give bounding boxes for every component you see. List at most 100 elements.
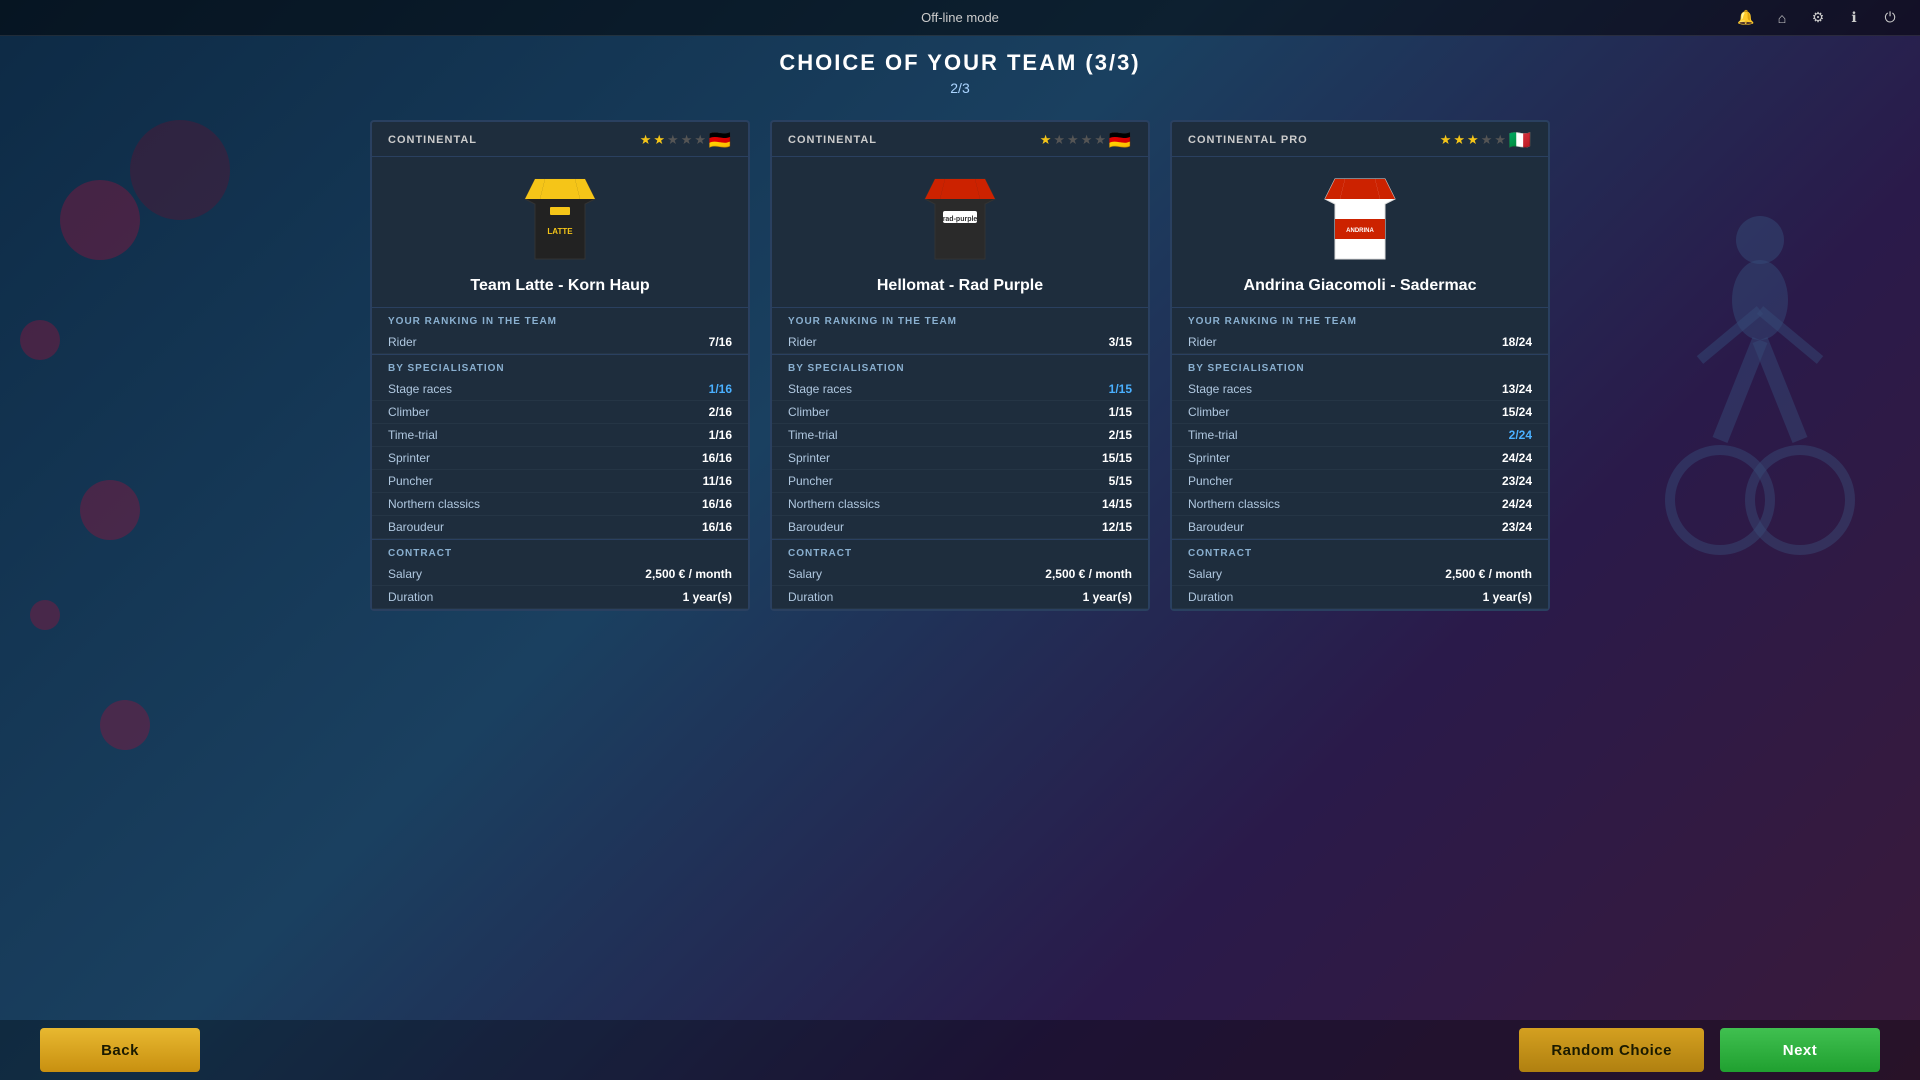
- duration-value: 1 year(s): [1483, 590, 1532, 604]
- bottom-bar: Back Random Choice Next: [0, 1020, 1920, 1080]
- spec-label: Sprinter: [1188, 451, 1230, 465]
- rider-label: Rider: [1188, 335, 1217, 349]
- spec-label: Time-trial: [1188, 428, 1238, 442]
- specialisation-row: Climber 1/15: [772, 401, 1148, 424]
- spec-label: Stage races: [1188, 382, 1252, 396]
- spec-label: Baroudeur: [788, 520, 844, 534]
- specialisation-row: Baroudeur 12/15: [772, 516, 1148, 539]
- card-flag: 🇩🇪: [708, 132, 732, 148]
- specialisation-row: Climber 2/16: [372, 401, 748, 424]
- spec-value: 24/24: [1502, 497, 1532, 511]
- star-2: ★: [1067, 132, 1079, 148]
- svg-text:rad-purple: rad-purple: [943, 216, 978, 223]
- specialisation-row: Time-trial 1/16: [372, 424, 748, 447]
- card-tier: CONTINENTAL PRO: [1188, 134, 1308, 146]
- spec-label: Northern classics: [1188, 497, 1280, 511]
- specialisation-row: Time-trial 2/15: [772, 424, 1148, 447]
- team-name: Hellomat - Rad Purple: [772, 277, 1148, 307]
- salary-label: Salary: [388, 567, 422, 581]
- spec-value: 16/16: [702, 520, 732, 534]
- top-icons: 🔔 ⌂ ⚙ ℹ ⏻: [1736, 8, 1900, 28]
- duration-label: Duration: [1188, 590, 1233, 604]
- spec-value: 1/15: [1109, 405, 1132, 419]
- spec-value: 2/15: [1109, 428, 1132, 442]
- offline-mode-text: Off-line mode: [921, 10, 999, 25]
- star-3: ★: [1481, 132, 1493, 148]
- card-header: CONTINENTAL ★★★★★ 🇩🇪: [772, 122, 1148, 157]
- salary-row: Salary 2,500 € / month: [772, 563, 1148, 586]
- spec-value: 14/15: [1102, 497, 1132, 511]
- spec-value: 1/16: [709, 382, 732, 396]
- team-card-1[interactable]: CONTINENTAL ★★★★★ 🇩🇪 rad-purple Hellomat…: [770, 120, 1150, 611]
- salary-row: Salary 2,500 € / month: [1172, 563, 1548, 586]
- star-4: ★: [1094, 132, 1106, 148]
- card-flag: 🇩🇪: [1108, 132, 1132, 148]
- duration-value: 1 year(s): [683, 590, 732, 604]
- info-icon[interactable]: ℹ: [1844, 8, 1864, 28]
- page-progress: 2/3: [0, 80, 1920, 96]
- team-name: Andrina Giacomoli - Sadermac: [1172, 277, 1548, 307]
- star-0: ★: [1440, 132, 1452, 148]
- specialisation-row: Northern classics 24/24: [1172, 493, 1548, 516]
- specialisation-row: Stage races 13/24: [1172, 378, 1548, 401]
- spec-label: Northern classics: [788, 497, 880, 511]
- star-3: ★: [1081, 132, 1093, 148]
- contract-section-label: CONTRACT: [1172, 539, 1548, 563]
- specialisation-row: Puncher 5/15: [772, 470, 1148, 493]
- specialisation-row: Baroudeur 23/24: [1172, 516, 1548, 539]
- specialisation-row: Puncher 23/24: [1172, 470, 1548, 493]
- top-bar: Off-line mode 🔔 ⌂ ⚙ ℹ ⏻: [0, 0, 1920, 36]
- spec-value: 12/15: [1102, 520, 1132, 534]
- spec-label: Baroudeur: [388, 520, 444, 534]
- specialisation-section-label: BY SPECIALISATION: [372, 354, 748, 378]
- rider-value: 7/16: [709, 335, 732, 349]
- specialisation-row: Sprinter 24/24: [1172, 447, 1548, 470]
- salary-label: Salary: [788, 567, 822, 581]
- spec-label: Climber: [788, 405, 829, 419]
- card-header: CONTINENTAL PRO ★★★★★ 🇮🇹: [1172, 122, 1548, 157]
- power-icon[interactable]: ⏻: [1880, 8, 1900, 28]
- spec-label: Puncher: [788, 474, 833, 488]
- next-button[interactable]: Next: [1720, 1028, 1880, 1072]
- salary-value: 2,500 € / month: [645, 567, 732, 581]
- settings-icon[interactable]: ⚙: [1808, 8, 1828, 28]
- spec-label: Sprinter: [788, 451, 830, 465]
- star-4: ★: [1494, 132, 1506, 148]
- duration-row: Duration 1 year(s): [372, 586, 748, 609]
- right-buttons: Random Choice Next: [1519, 1028, 1880, 1072]
- rider-row: Rider 7/16: [372, 331, 748, 354]
- salary-value: 2,500 € / month: [1445, 567, 1532, 581]
- svg-text:ANDRINA: ANDRINA: [1346, 228, 1374, 234]
- spec-label: Puncher: [388, 474, 433, 488]
- team-card-0[interactable]: CONTINENTAL ★★★★★ 🇩🇪 LATTE Team Latte - …: [370, 120, 750, 611]
- ranking-section-label: YOUR RANKING IN THE TEAM: [772, 307, 1148, 331]
- specialisation-row: Sprinter 16/16: [372, 447, 748, 470]
- circle-6: [100, 700, 150, 750]
- specialisation-row: Stage races 1/16: [372, 378, 748, 401]
- spec-value: 23/24: [1502, 520, 1532, 534]
- star-4: ★: [694, 132, 706, 148]
- spec-value: 11/16: [703, 474, 732, 488]
- random-choice-button[interactable]: Random Choice: [1519, 1028, 1704, 1072]
- card-tier: CONTINENTAL: [788, 134, 877, 146]
- svg-text:LATTE: LATTE: [547, 227, 573, 236]
- spec-value: 13/24: [1502, 382, 1532, 396]
- star-0: ★: [640, 132, 652, 148]
- star-1: ★: [1453, 132, 1465, 148]
- team-card-2[interactable]: CONTINENTAL PRO ★★★★★ 🇮🇹 ANDRINA Andrina…: [1170, 120, 1550, 611]
- star-0: ★: [1040, 132, 1052, 148]
- back-button[interactable]: Back: [40, 1028, 200, 1072]
- star-1: ★: [1053, 132, 1065, 148]
- home-icon[interactable]: ⌂: [1772, 8, 1792, 28]
- bell-icon[interactable]: 🔔: [1736, 8, 1756, 28]
- duration-row: Duration 1 year(s): [772, 586, 1148, 609]
- rider-value: 3/15: [1109, 335, 1132, 349]
- ranking-section-label: YOUR RANKING IN THE TEAM: [1172, 307, 1548, 331]
- spec-value: 1/16: [709, 428, 732, 442]
- star-1: ★: [653, 132, 665, 148]
- duration-label: Duration: [388, 590, 433, 604]
- specialisation-section-label: BY SPECIALISATION: [1172, 354, 1548, 378]
- jersey-area: rad-purple: [772, 157, 1148, 277]
- spec-value: 16/16: [702, 497, 732, 511]
- spec-label: Time-trial: [788, 428, 838, 442]
